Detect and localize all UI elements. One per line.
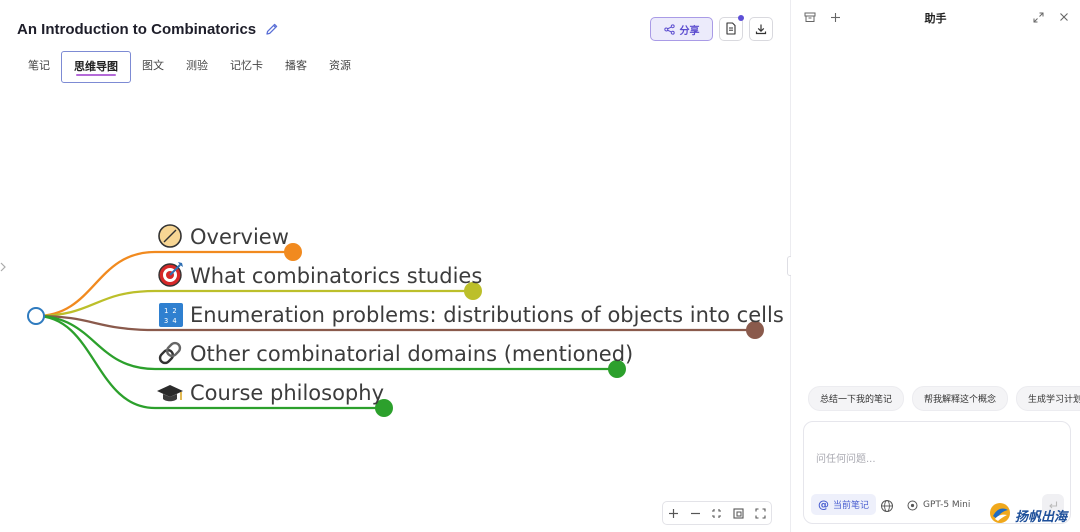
svg-text:1 2: 1 2 <box>164 307 177 315</box>
tab-quiz[interactable]: 测验 <box>175 51 219 83</box>
node-label-what-studies[interactable]: What combinatorics studies <box>190 264 482 288</box>
tab-podcast[interactable]: 播客 <box>274 51 318 83</box>
mindmap-canvas[interactable]: Overview What combinatorics studies 1 2 … <box>0 200 790 440</box>
globe-icon[interactable] <box>880 498 894 512</box>
minimap-icon[interactable] <box>730 504 748 522</box>
model-icon <box>907 496 918 515</box>
share-icon <box>663 20 675 39</box>
compass-icon <box>158 224 182 248</box>
node-label-enumeration[interactable]: Enumeration problems: distributions of o… <box>190 303 784 327</box>
model-label: GPT-5 Mini <box>923 500 971 510</box>
link-icon <box>158 341 182 365</box>
share-button[interactable]: 分享 <box>650 17 713 41</box>
zoom-out-icon[interactable] <box>686 504 704 522</box>
node-label-other-domains[interactable]: Other combinatorial domains (mentioned) <box>190 342 633 366</box>
view-tabs: 笔记 思维导图 图文 测验 记忆卡 播客 资源 <box>17 51 362 83</box>
expand-icon[interactable] <box>1031 10 1045 24</box>
download-button[interactable] <box>749 17 773 41</box>
watermark: 扬帆出海 <box>989 503 1067 527</box>
app-window: An Introduction to Combinatorics 笔记 思维导图… <box>0 0 1080 532</box>
download-icon <box>755 20 767 39</box>
suggestion-summarize[interactable]: 总结一下我的笔记 <box>808 386 905 411</box>
chat-input[interactable]: 问任何问题... <box>816 450 876 465</box>
main-pane: An Introduction to Combinatorics 笔记 思维导图… <box>0 0 790 532</box>
watermark-text: 扬帆出海 <box>1015 508 1068 524</box>
suggestion-explain[interactable]: 帮我解释这个概念 <box>912 386 1009 411</box>
tab-flashcards[interactable]: 记忆卡 <box>219 51 274 83</box>
svg-text:3 4: 3 4 <box>164 317 177 325</box>
zoom-in-icon[interactable] <box>665 504 683 522</box>
assistant-header: 助手 <box>791 0 1080 34</box>
node-label-course-philosophy[interactable]: Course philosophy <box>190 381 384 405</box>
graduation-cap-icon <box>157 385 183 402</box>
fit-icon[interactable] <box>708 504 726 522</box>
node-label-overview[interactable]: Overview <box>190 225 289 249</box>
context-note-chip[interactable]: @ 当前笔记 <box>811 494 877 515</box>
model-selector[interactable]: GPT-5 Mini <box>907 496 970 514</box>
target-icon <box>158 262 183 287</box>
document-icon <box>725 20 737 39</box>
assistant-pane: 助手 总结一下我的笔记 帮我解释这个概念 生成学习计划 问任何问题... @ 当… <box>791 0 1080 532</box>
share-label: 分享 <box>679 25 700 37</box>
tab-resources[interactable]: 资源 <box>318 51 362 83</box>
document-title: An Introduction to Combinatorics <box>17 20 257 38</box>
root-node[interactable] <box>27 307 45 325</box>
tab-notes[interactable]: 笔记 <box>17 51 61 83</box>
watermark-logo-icon <box>989 502 1011 528</box>
notification-dot <box>738 15 744 21</box>
tab-illustrated[interactable]: 图文 <box>131 51 175 83</box>
numbers-icon: 1 2 3 4 <box>159 303 183 327</box>
tab-mindmap[interactable]: 思维导图 <box>61 51 131 83</box>
close-icon[interactable] <box>1057 10 1071 24</box>
at-icon: @ <box>818 498 829 511</box>
pencil-icon[interactable] <box>265 22 279 36</box>
fullscreen-icon[interactable] <box>751 504 769 522</box>
suggestion-study-plan[interactable]: 生成学习计划 <box>1016 386 1080 411</box>
suggestion-chips: 总结一下我的笔记 帮我解释这个概念 生成学习计划 <box>808 386 1080 411</box>
context-note-label: 当前笔记 <box>833 501 870 511</box>
zoom-controls <box>662 501 772 525</box>
title-row: An Introduction to Combinatorics <box>17 18 279 40</box>
